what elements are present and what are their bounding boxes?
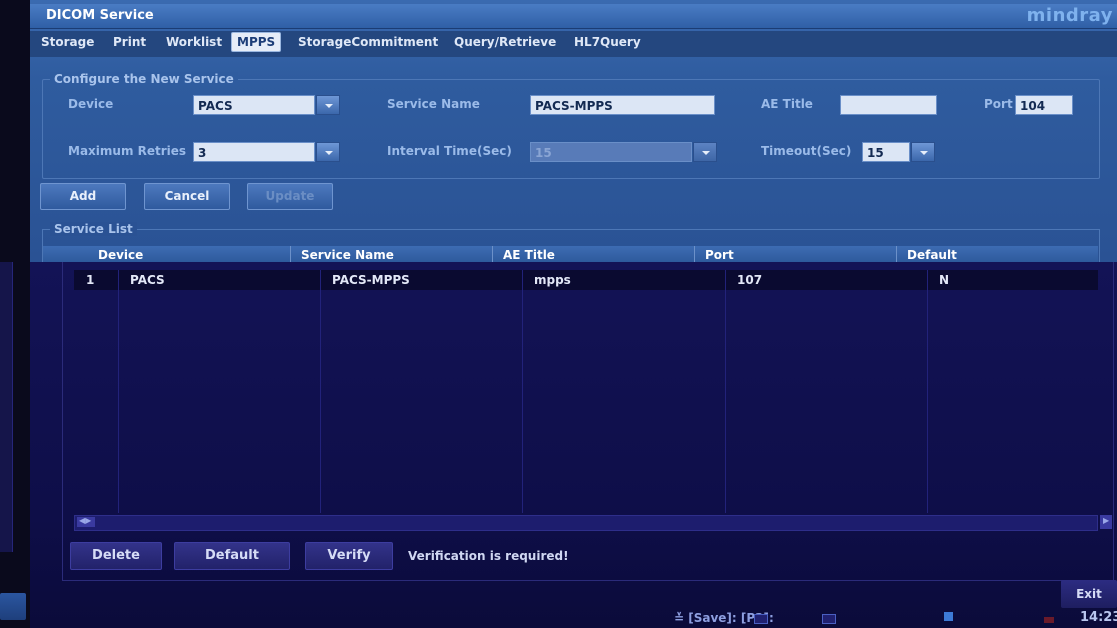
column-port[interactable]: Port [705,248,734,262]
service-name-input[interactable]: PACS-MPPS [530,95,715,115]
row-index: 1 [86,273,95,287]
row-port: 107 [737,273,763,287]
ae-title-label: AE Title [761,97,813,111]
column-divider [118,270,119,513]
brand-logo: mindray [1026,5,1113,26]
device-select[interactable]: PACS [193,95,315,115]
title-bar [30,4,1117,29]
verification-message: Verification is required! [408,549,569,563]
status-icon [944,612,953,621]
column-divider [492,246,493,262]
add-button[interactable]: Add [40,183,126,210]
timeout-dropdown-button[interactable] [911,142,935,162]
port-label: Port [984,97,1013,111]
column-divider [896,246,897,262]
row-default: N [939,273,950,287]
column-service-name[interactable]: Service Name [301,248,394,262]
interval-time-label: Interval Time(Sec) [387,144,512,158]
service-list-table [62,262,1114,581]
clock: 14:23 [1080,610,1117,625]
maximum-retries-select[interactable]: 3 [193,142,315,162]
device-dropdown-button[interactable] [316,95,340,115]
chevron-down-icon [702,151,710,155]
timeout-label: Timeout(Sec) [761,144,852,158]
ae-title-input[interactable] [840,95,937,115]
service-name-label: Service Name [387,97,480,111]
config-fieldset [42,79,1100,179]
port-input[interactable]: 104 [1015,95,1073,115]
maximum-retries-label: Maximum Retries [68,144,187,158]
timeout-select[interactable]: 15 [862,142,910,162]
column-divider [927,270,928,513]
p2-indicator-icon [822,614,836,624]
interval-time-dropdown-button [693,142,717,162]
tab-mpps[interactable]: MPPS [231,32,282,52]
arrow-left-icon: ◀▶ [79,516,92,525]
chevron-down-icon [325,104,333,108]
column-divider [694,246,695,262]
row-ae-title: mpps [534,273,571,287]
row-device: PACS [130,273,165,287]
tab-worklist[interactable]: Worklist [166,35,222,49]
default-button[interactable]: Default [174,542,290,570]
verify-button[interactable]: Verify [305,542,393,570]
horizontal-scrollbar[interactable] [74,515,1098,531]
chevron-down-icon [325,151,333,155]
column-divider [320,270,321,513]
column-default[interactable]: Default [907,248,957,262]
column-divider [290,246,291,262]
update-button: Update [247,183,333,210]
chevron-down-icon [920,151,928,155]
service-list-legend: Service List [50,222,137,236]
record-indicator-icon [1044,617,1054,623]
tab-storage[interactable]: Storage [41,35,94,49]
row-service-name: PACS-MPPS [332,273,410,287]
config-legend: Configure the New Service [50,72,238,86]
column-divider [522,270,523,513]
tab-print[interactable]: Print [113,35,146,49]
tab-hl7query[interactable]: HL7Query [574,35,641,49]
column-ae-title[interactable]: AE Title [503,248,555,262]
exit-button[interactable]: Exit [1061,580,1117,608]
tab-query-retrieve[interactable]: Query/Retrieve [454,35,556,49]
save-indicator-icon [754,614,768,624]
tab-storagecommitment[interactable]: StorageCommitment [298,35,438,49]
side-button[interactable] [0,593,26,620]
window-title: DICOM Service [46,8,154,23]
maximum-retries-dropdown-button[interactable] [316,142,340,162]
delete-button[interactable]: Delete [70,542,162,570]
interval-time-select: 15 [530,142,692,162]
device-label: Device [68,97,114,111]
cancel-button[interactable]: Cancel [144,183,230,210]
column-divider [725,270,726,513]
side-strip [0,262,13,552]
arrow-right-icon: ▶ [1103,516,1110,525]
column-device[interactable]: Device [98,248,143,262]
